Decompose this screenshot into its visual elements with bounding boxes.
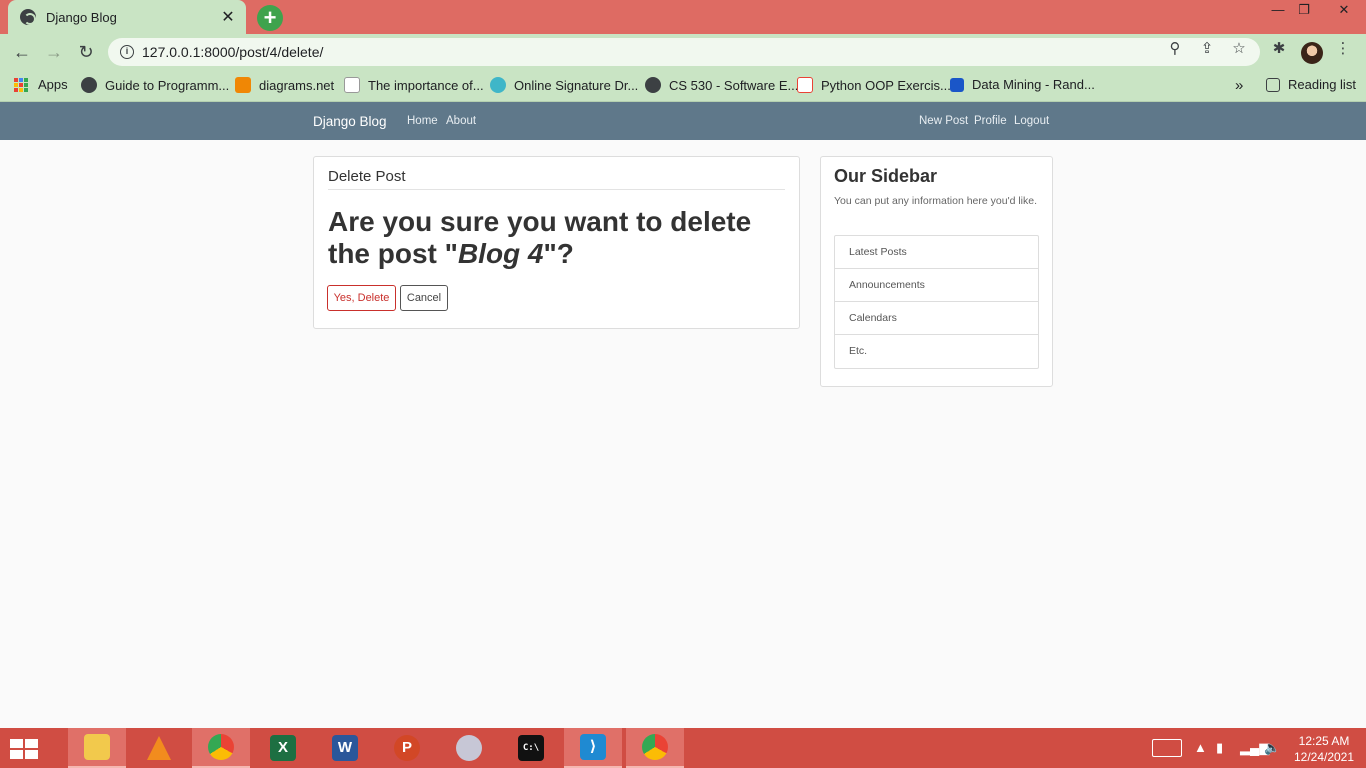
command-prompt-icon[interactable]: C:\: [502, 728, 560, 768]
excel-icon[interactable]: X: [254, 728, 312, 768]
bookmark-star-icon[interactable]: ☆: [1230, 40, 1248, 58]
reading-list-button[interactable]: Reading list: [1266, 77, 1356, 92]
word-icon[interactable]: W: [316, 728, 374, 768]
url-text[interactable]: 127.0.0.1:8000/post/4/delete/: [142, 44, 323, 60]
clock-time: 12:25 AM: [1298, 734, 1350, 748]
bookmark-guide[interactable]: Guide to Programm...: [81, 77, 229, 93]
tray-overflow-icon[interactable]: ▲: [1194, 740, 1207, 755]
epn-icon: [344, 77, 360, 93]
nav-home-link[interactable]: Home: [407, 115, 438, 127]
windows-start-icon[interactable]: [10, 739, 38, 759]
apps-grid-icon: [14, 77, 28, 92]
system-clock[interactable]: 12:25 AM 12/24/2021: [1290, 733, 1358, 765]
bookmark-apps[interactable]: Apps: [14, 77, 68, 92]
bookmark-signature[interactable]: Online Signature Dr...: [490, 77, 638, 93]
post-title: Blog 4: [457, 238, 544, 269]
tab-title: Django Blog: [46, 9, 117, 25]
profile-avatar[interactable]: [1301, 42, 1323, 64]
sidebar-item-calendars[interactable]: Calendars: [835, 302, 1038, 335]
tab-django-blog[interactable]: Django Blog ✕: [8, 0, 246, 34]
reading-list-icon: [1266, 77, 1280, 92]
delete-post-card: Delete Post Are you sure you want to del…: [313, 156, 800, 329]
vscode-icon[interactable]: ⟩: [564, 728, 622, 768]
nav-logout-link[interactable]: Logout: [1014, 115, 1049, 127]
keyboard-icon[interactable]: [1152, 739, 1182, 757]
snipping-tool-icon[interactable]: [440, 728, 498, 768]
chrome-profile-icon[interactable]: [626, 728, 684, 768]
reload-icon[interactable]: ↻: [75, 41, 97, 63]
diagrams-icon: [235, 77, 251, 93]
site-brand-link[interactable]: Django Blog: [313, 114, 387, 129]
windows-taskbar: X W P C:\ ⟩ ▲ ▮ ▂▄▆ 🔈 12:25 AM 12/24/202…: [0, 728, 1366, 768]
close-window-button[interactable]: ✕: [1322, 0, 1366, 22]
volume-icon[interactable]: 🔈: [1264, 740, 1280, 756]
bookmarks-overflow-button[interactable]: »: [1235, 77, 1243, 94]
globe-icon: [645, 77, 661, 93]
nav-new-post-link[interactable]: New Post: [919, 115, 968, 127]
file-explorer-icon[interactable]: [68, 728, 126, 768]
bookmark-cs530[interactable]: CS 530 - Software E...: [645, 77, 798, 93]
globe-icon: [20, 9, 36, 25]
sidebar-item-announcements[interactable]: Announcements: [835, 269, 1038, 302]
yes-delete-button[interactable]: Yes, Delete: [327, 285, 396, 311]
clock-date: 12/24/2021: [1293, 750, 1355, 764]
sidebar-title: Our Sidebar: [834, 166, 938, 186]
form-legend: Delete Post: [328, 168, 785, 190]
powerpoint-icon[interactable]: P: [378, 728, 436, 768]
sidebar-item-latest-posts[interactable]: Latest Posts: [835, 236, 1038, 269]
w3resource-icon: [797, 77, 813, 93]
new-tab-button[interactable]: +: [257, 5, 283, 31]
zoom-icon[interactable]: ⚲: [1166, 40, 1184, 58]
nav-profile-link[interactable]: Profile: [974, 115, 1007, 127]
extensions-icon[interactable]: ✱: [1270, 40, 1288, 58]
chrome-icon[interactable]: [192, 728, 250, 768]
bookmark-data-mining[interactable]: Data Mining - Rand...: [950, 77, 1095, 92]
tab-close-button[interactable]: ✕: [220, 7, 236, 27]
cancel-button[interactable]: Cancel: [400, 285, 448, 311]
forward-arrow-icon[interactable]: →: [43, 41, 65, 63]
bookmark-importance[interactable]: The importance of...: [344, 77, 484, 93]
address-bar[interactable]: i 127.0.0.1:8000/post/4/delete/: [108, 38, 1260, 66]
menu-kebab-icon[interactable]: ⋮: [1334, 40, 1352, 58]
info-icon[interactable]: i: [120, 45, 134, 59]
restore-button[interactable]: ❐: [1288, 0, 1320, 22]
nav-about-link[interactable]: About: [446, 115, 476, 127]
bookmark-python-oop[interactable]: Python OOP Exercis...: [797, 77, 951, 93]
signature-icon: [490, 77, 506, 93]
site-navbar: Django Blog Home About New Post Profile …: [0, 102, 1366, 140]
bookmarks-bar: Apps Guide to Programm... diagrams.net T…: [0, 70, 1366, 102]
browser-tab-strip: Django Blog ✕ + — ❐ ✕: [0, 0, 1366, 34]
sidebar-description: You can put any information here you'd l…: [834, 195, 1037, 207]
browser-toolbar: ← → ↻ i 127.0.0.1:8000/post/4/delete/ ⚲ …: [0, 34, 1366, 70]
delete-confirmation-question: Are you sure you want to delete the post…: [328, 206, 752, 269]
vlc-icon[interactable]: [130, 728, 188, 768]
bookmark-diagrams[interactable]: diagrams.net: [235, 77, 334, 93]
sidebar-item-etc[interactable]: Etc.: [835, 335, 1038, 368]
back-arrow-icon[interactable]: ←: [11, 41, 33, 63]
share-icon[interactable]: ⇪: [1198, 40, 1216, 58]
sidebar-card: Our Sidebar You can put any information …: [820, 156, 1053, 387]
data-mining-icon: [950, 77, 964, 92]
globe-icon: [81, 77, 97, 93]
sidebar-list: Latest Posts Announcements Calendars Etc…: [834, 235, 1039, 369]
battery-icon[interactable]: ▮: [1216, 740, 1223, 756]
